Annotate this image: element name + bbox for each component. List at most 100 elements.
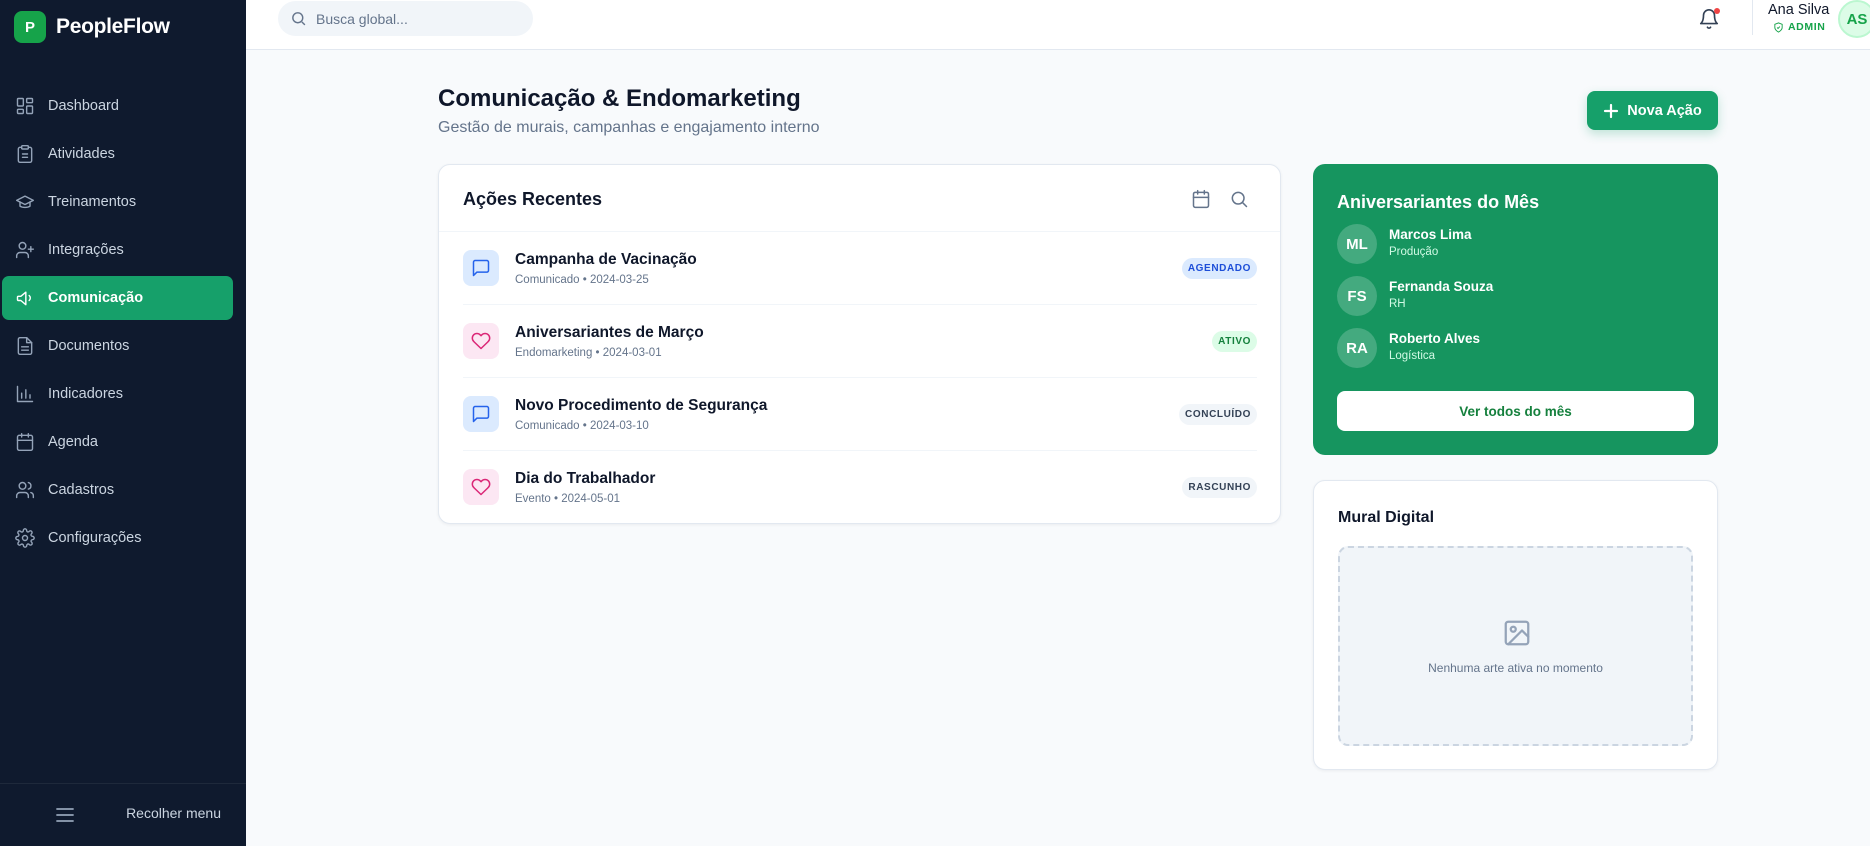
status-badge: ATIVO <box>1212 331 1257 352</box>
sidebar-item-treinamentos[interactable]: Treinamentos <box>2 180 233 224</box>
person-name: Marcos Lima <box>1389 227 1472 242</box>
sidebar-item-label: Documentos <box>48 338 130 354</box>
heart-icon <box>463 469 499 505</box>
birthdays-title: Aniversariantes do Mês <box>1337 192 1540 212</box>
mural-dropzone[interactable]: Nenhuma arte ativa no momento <box>1338 546 1693 746</box>
sidebar-item-label: Agenda <box>48 434 98 450</box>
action-meta: Comunicado • 2024-03-25 <box>515 274 649 286</box>
topbar: Ana Silva ADMIN AS <box>246 0 1870 50</box>
sidebar-item-configuracoes[interactable]: Configurações <box>2 516 233 560</box>
divider <box>1752 0 1753 35</box>
collapse-menu-button[interactable]: Recolher menu <box>126 805 221 821</box>
sidebar-item-cadastros[interactable]: Cadastros <box>2 468 233 512</box>
action-row[interactable]: Campanha de Vacinação Comunicado • 2024-… <box>463 232 1257 305</box>
action-title: Campanha de Vacinação <box>515 251 697 268</box>
sidebar-item-label: Dashboard <box>48 98 119 114</box>
message-icon <box>463 396 499 432</box>
action-meta: Evento • 2024-05-01 <box>515 493 621 505</box>
sidebar-item-label: Cadastros <box>48 482 115 498</box>
search-actions-button[interactable] <box>1229 189 1249 209</box>
dashboard-icon <box>16 97 34 115</box>
sidebar-item-label: Treinamentos <box>48 194 137 210</box>
heart-icon <box>463 323 499 359</box>
action-row[interactable]: Novo Procedimento de Segurança Comunicad… <box>463 378 1257 451</box>
mural-empty-text: Nenhuma arte ativa no momento <box>1428 661 1603 675</box>
action-title: Novo Procedimento de Segurança <box>515 397 768 414</box>
action-row[interactable]: Aniversariantes de Março Endomarketing •… <box>463 305 1257 378</box>
page-title: Comunicação & Endomarketing <box>438 85 801 112</box>
new-action-label: Nova Ação <box>1627 102 1702 119</box>
brand-logo: P <box>14 11 46 43</box>
calendar-filter-button[interactable] <box>1191 189 1211 209</box>
user-name: Ana Silva <box>1768 2 1830 18</box>
action-meta: Comunicado • 2024-03-10 <box>515 420 649 432</box>
page-subtitle: Gestão de murais, campanhas e engajament… <box>438 119 820 136</box>
mural-title: Mural Digital <box>1338 509 1435 526</box>
sidebar-item-atividades[interactable]: Atividades <box>2 132 233 176</box>
status-badge: RASCUNHO <box>1182 477 1257 498</box>
global-search[interactable] <box>278 1 533 36</box>
user-role-badge: ADMIN <box>1773 21 1825 33</box>
sidebar-item-comunicacao[interactable]: Comunicação <box>2 276 233 320</box>
sidebar-item-documentos[interactable]: Documentos <box>2 324 233 368</box>
notifications-button[interactable] <box>1698 7 1720 31</box>
sidebar-item-dashboard[interactable]: Dashboard <box>2 84 233 128</box>
recent-actions-card: Ações Recentes Campanha de Vacinação Com… <box>438 164 1281 524</box>
person-department: Produção <box>1389 246 1439 258</box>
sidebar-item-label: Atividades <box>48 146 115 162</box>
shield-check-icon <box>1774 21 1783 33</box>
sidebar: P PeopleFlow Dashboard Atividades Treina… <box>0 0 246 846</box>
person-name: Roberto Alves <box>1389 331 1481 346</box>
person-department: RH <box>1389 298 1406 310</box>
status-badge: CONCLUÍDO <box>1179 404 1257 425</box>
brand[interactable]: P PeopleFlow <box>14 11 170 43</box>
image-icon <box>1502 618 1532 648</box>
megaphone-icon <box>16 291 31 306</box>
digital-mural-card: Mural Digital Nenhuma arte ativa no mome… <box>1313 480 1718 770</box>
see-all-birthdays-button[interactable]: Ver todos do mês <box>1337 391 1694 431</box>
avatar: ML <box>1337 224 1377 264</box>
user-role-label: ADMIN <box>1788 21 1826 33</box>
gear-icon <box>15 528 35 548</box>
sidebar-item-label: Configurações <box>48 530 142 546</box>
new-action-button[interactable]: Nova Ação <box>1587 91 1718 130</box>
message-icon <box>463 250 499 286</box>
action-title: Dia do Trabalhador <box>515 470 656 487</box>
user-plus-icon <box>15 241 35 259</box>
calendar-icon <box>1192 189 1210 209</box>
brand-name: PeopleFlow <box>56 15 170 38</box>
birthday-person: ML Marcos Lima Produção <box>1337 224 1677 264</box>
sidebar-item-label: Indicadores <box>48 386 123 402</box>
person-name: Fernanda Souza <box>1389 279 1494 294</box>
sidebar-item-label: Comunicação <box>48 290 144 306</box>
status-badge: AGENDADO <box>1181 258 1257 279</box>
document-icon <box>17 336 33 356</box>
sidebar-item-indicadores[interactable]: Indicadores <box>2 372 233 416</box>
users-icon <box>15 481 35 499</box>
sidebar-item-agenda[interactable]: Agenda <box>2 420 233 464</box>
clipboard-icon <box>17 144 33 164</box>
avatar: FS <box>1337 276 1377 316</box>
action-row[interactable]: Dia do Trabalhador Evento • 2024-05-01 R… <box>463 451 1257 524</box>
birthday-person: RA Roberto Alves Logística <box>1337 328 1677 368</box>
recent-actions-title: Ações Recentes <box>463 189 603 209</box>
sidebar-footer[interactable]: Recolher menu <box>0 783 246 846</box>
avatar: RA <box>1337 328 1377 368</box>
search-icon <box>1231 191 1248 208</box>
sidebar-item-label: Integrações <box>48 242 124 258</box>
person-department: Logística <box>1389 350 1436 362</box>
menu-icon[interactable] <box>54 806 76 824</box>
graduation-cap-icon <box>15 195 35 209</box>
birthdays-card: Aniversariantes do Mês ML Marcos Lima Pr… <box>1313 164 1718 455</box>
calendar-icon <box>16 432 34 452</box>
plus-icon <box>1604 103 1619 118</box>
action-title: Aniversariantes de Março <box>515 324 704 341</box>
notification-dot <box>1714 8 1720 14</box>
bar-chart-icon <box>16 385 34 403</box>
search-input[interactable] <box>316 10 516 27</box>
sidebar-nav: Dashboard Atividades Treinamentos Integr… <box>2 84 233 564</box>
birthday-person: FS Fernanda Souza RH <box>1337 276 1677 316</box>
action-meta: Endomarketing • 2024-03-01 <box>515 347 662 359</box>
user-avatar[interactable]: AS <box>1838 0 1870 38</box>
sidebar-item-integracoes[interactable]: Integrações <box>2 228 233 272</box>
